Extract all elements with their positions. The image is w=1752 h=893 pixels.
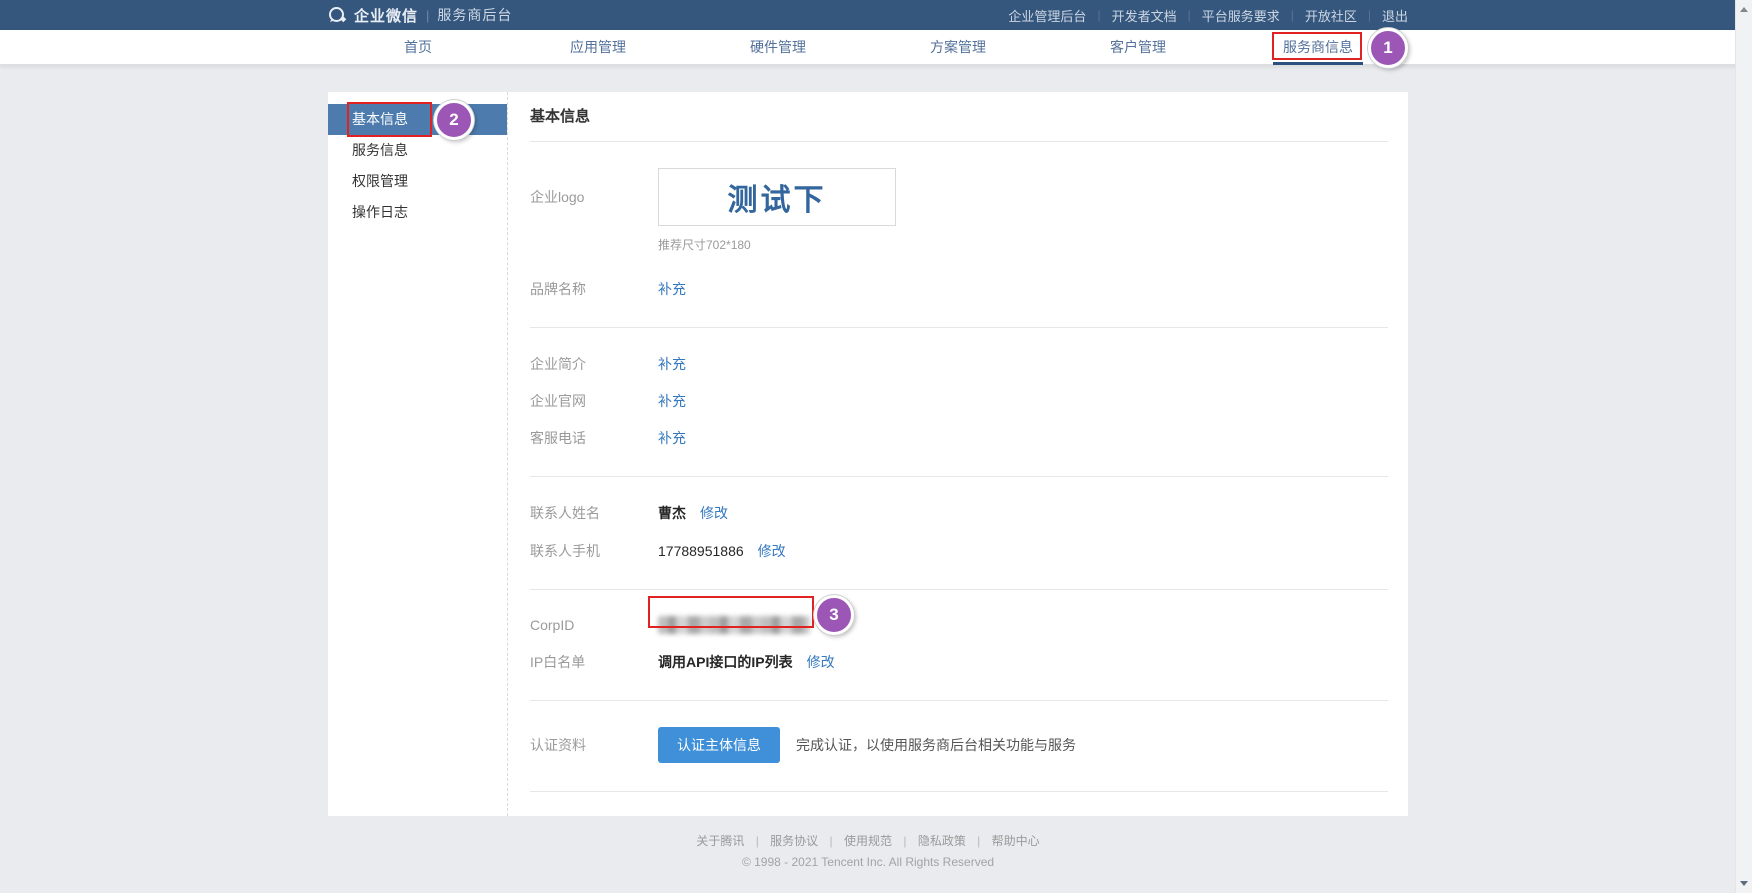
company-website-row: 企业官网 补充 <box>530 391 1388 411</box>
topbar-link-open-community[interactable]: 开放社区 <box>1305 6 1357 25</box>
logo-size-hint: 推荐尺寸702*180 <box>658 236 896 253</box>
field-label: CorpID <box>530 617 658 633</box>
section-certification: 认证资料 认证主体信息 完成认证，以使用服务商后台相关功能与服务 <box>530 701 1388 791</box>
topbar-links: 企业管理后台 | 开发者文档 | 平台服务要求 | 开放社区 | 退出 <box>1008 6 1408 25</box>
certification-row: 认证资料 认证主体信息 完成认证，以使用服务商后台相关功能与服务 <box>530 727 1388 763</box>
content-panel: 基本信息 企业logo 测试下 推荐尺寸702*180 品牌名称 补充 <box>508 92 1408 816</box>
topbar-link-logout[interactable]: 退出 <box>1382 6 1408 25</box>
contact-mobile-value: 17788951886 <box>658 543 744 559</box>
section-logo: 企业logo 测试下 推荐尺寸702*180 品牌名称 补充 <box>530 142 1388 327</box>
tab-hardware-management[interactable]: 硬件管理 <box>688 30 868 64</box>
footer: 关于腾讯 | 服务协议 | 使用规范 | 隐私政策 | 帮助中心 © 1998 … <box>328 832 1408 869</box>
tab-home[interactable]: 首页 <box>328 30 508 64</box>
enterprise-logo-image[interactable]: 测试下 <box>658 168 896 226</box>
certification-note: 完成认证，以使用服务商后台相关功能与服务 <box>796 735 1076 755</box>
footer-link-service-agreement[interactable]: 服务协议 <box>770 834 818 848</box>
field-label: 品牌名称 <box>530 279 658 299</box>
field-label: 企业logo <box>530 168 658 226</box>
scrollbar-up-arrow-icon[interactable] <box>1740 7 1748 12</box>
field-label: IP白名单 <box>530 652 658 672</box>
tab-solution-management[interactable]: 方案管理 <box>868 30 1048 64</box>
footer-separator: | <box>830 834 833 848</box>
company-intro-row: 企业简介 补充 <box>530 354 1388 374</box>
brand: 企业微信 | 服务商后台 <box>328 5 512 26</box>
ip-whitelist-edit-link[interactable]: 修改 <box>807 652 835 672</box>
section-contact: 联系人姓名 曹杰 修改 联系人手机 17788951886 修改 <box>530 477 1388 589</box>
contact-name-row: 联系人姓名 曹杰 修改 <box>530 503 1388 523</box>
tab-service-provider-info[interactable]: 服务商信息 <box>1228 30 1408 64</box>
ip-whitelist-value: 调用API接口的IP列表 <box>658 652 793 672</box>
main-navbar: 首页 应用管理 硬件管理 方案管理 客户管理 服务商信息 <box>0 30 1752 65</box>
verify-subject-info-button[interactable]: 认证主体信息 <box>658 727 780 763</box>
footer-link-about-tencent[interactable]: 关于腾讯 <box>696 834 744 848</box>
footer-link-privacy-policy[interactable]: 隐私政策 <box>918 834 966 848</box>
service-phone-fill-link[interactable]: 补充 <box>658 428 686 448</box>
field-label: 企业简介 <box>530 354 658 374</box>
brand-name: 企业微信 <box>354 5 418 26</box>
vertical-scrollbar[interactable] <box>1735 0 1752 893</box>
page-title: 基本信息 <box>530 105 1388 126</box>
topbar-link-admin[interactable]: 企业管理后台 <box>1008 6 1086 25</box>
brand-name-row: 品牌名称 补充 <box>530 279 1388 299</box>
sidebar-item-operation-log[interactable]: 操作日志 <box>328 197 507 228</box>
sidebar-item-service-info[interactable]: 服务信息 <box>328 135 507 166</box>
topbar-separator: | <box>1368 8 1371 22</box>
wecom-logo-icon <box>328 6 348 24</box>
copyright-text: © 1998 - 2021 Tencent Inc. All Rights Re… <box>328 855 1408 869</box>
enterprise-logo-row: 企业logo 测试下 推荐尺寸702*180 <box>530 168 1388 253</box>
sidebar: 基本信息 服务信息 权限管理 操作日志 <box>328 92 508 816</box>
logo-text: 测试下 <box>728 175 827 219</box>
company-website-fill-link[interactable]: 补充 <box>658 391 686 411</box>
company-intro-fill-link[interactable]: 补充 <box>658 354 686 374</box>
field-label: 认证资料 <box>530 735 658 755</box>
product-name: 服务商后台 <box>437 5 512 25</box>
footer-link-help-center[interactable]: 帮助中心 <box>992 834 1040 848</box>
footer-link-usage-rules[interactable]: 使用规范 <box>844 834 892 848</box>
service-phone-row: 客服电话 补充 <box>530 428 1388 448</box>
logo-column: 测试下 推荐尺寸702*180 <box>658 168 896 253</box>
tab-app-management[interactable]: 应用管理 <box>508 30 688 64</box>
section-company-info: 企业简介 补充 企业官网 补充 客服电话 补充 <box>530 328 1388 476</box>
sidebar-item-basic-info[interactable]: 基本信息 <box>328 104 507 135</box>
footer-separator: | <box>977 834 980 848</box>
footer-separator: | <box>756 834 759 848</box>
brand-separator: | <box>426 8 429 23</box>
ip-whitelist-row: IP白名单 调用API接口的IP列表 修改 <box>530 652 1388 672</box>
contact-name-value: 曹杰 <box>658 503 686 523</box>
topbar-link-dev-docs[interactable]: 开发者文档 <box>1112 6 1177 25</box>
topbar-link-platform-requirements[interactable]: 平台服务要求 <box>1202 6 1280 25</box>
field-label: 企业官网 <box>530 391 658 411</box>
sidebar-item-permission-management[interactable]: 权限管理 <box>328 166 507 197</box>
tab-customer-management[interactable]: 客户管理 <box>1048 30 1228 64</box>
divider <box>530 791 1388 792</box>
brand-name-fill-link[interactable]: 补充 <box>658 279 686 299</box>
corpid-row: CorpID <box>530 616 1388 634</box>
contact-mobile-row: 联系人手机 17788951886 修改 <box>530 541 1388 561</box>
footer-links: 关于腾讯 | 服务协议 | 使用规范 | 隐私政策 | 帮助中心 <box>328 832 1408 849</box>
field-label: 联系人手机 <box>530 541 658 561</box>
corpid-masked-value <box>658 616 810 634</box>
footer-separator: | <box>903 834 906 848</box>
scrollbar-down-arrow-icon[interactable] <box>1740 881 1748 886</box>
topbar-separator: | <box>1188 8 1191 22</box>
contact-name-edit-link[interactable]: 修改 <box>700 503 728 523</box>
topbar: 企业微信 | 服务商后台 企业管理后台 | 开发者文档 | 平台服务要求 | 开… <box>0 0 1752 30</box>
section-corpid: CorpID IP白名单 调用API接口的IP列表 修改 <box>530 590 1388 700</box>
contact-mobile-edit-link[interactable]: 修改 <box>758 541 786 561</box>
field-label: 客服电话 <box>530 428 658 448</box>
field-label: 联系人姓名 <box>530 503 658 523</box>
topbar-separator: | <box>1291 8 1294 22</box>
topbar-separator: | <box>1097 8 1100 22</box>
main-card: 基本信息 服务信息 权限管理 操作日志 基本信息 企业logo 测试下 推荐尺寸… <box>328 92 1408 816</box>
